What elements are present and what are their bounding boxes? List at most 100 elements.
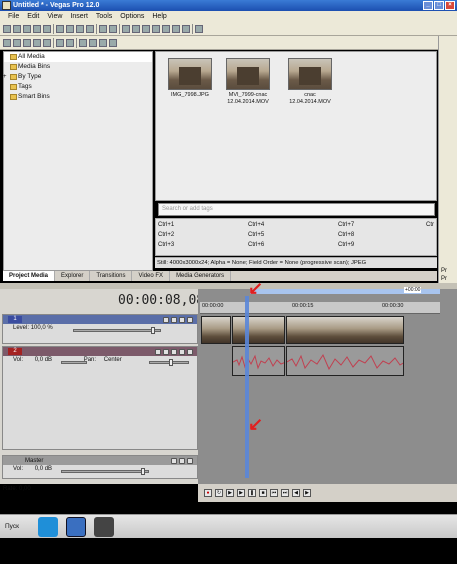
help-icon[interactable] (195, 25, 203, 33)
views-icon[interactable] (56, 38, 64, 47)
start-button[interactable]: Пуск (2, 519, 32, 535)
master-bus-header[interactable]: Master Vol: 0,0 dB (2, 455, 198, 479)
vegas-pro-icon[interactable] (66, 517, 86, 537)
remove-media-icon[interactable] (33, 38, 41, 47)
media-thumbnail[interactable] (168, 58, 212, 90)
undo-icon[interactable] (99, 25, 107, 33)
go-to-end-button[interactable]: ⏭ (281, 489, 289, 497)
media-thumbnail[interactable] (288, 58, 332, 90)
menu-insert[interactable]: Insert (66, 11, 92, 23)
track-motion-icon[interactable] (163, 316, 169, 323)
media-fx-icon[interactable] (43, 38, 51, 47)
playhead-cursor[interactable] (245, 296, 249, 478)
time-ruler[interactable]: 00:00:00 00:00:15 00:00:30 (200, 302, 440, 314)
close-button[interactable]: × (445, 1, 455, 10)
record-arm-icon[interactable] (155, 348, 161, 355)
get-media-icon[interactable] (23, 38, 31, 47)
audio-event-clip[interactable] (286, 346, 404, 376)
stop-button[interactable]: ■ (259, 489, 267, 497)
folder-icon (10, 84, 17, 90)
go-to-start-button[interactable]: ⏮ (270, 489, 278, 497)
tab-project-media[interactable]: Project Media (3, 271, 56, 281)
maximize-button[interactable]: □ (434, 1, 444, 10)
prev-frame-button[interactable]: ◀ (292, 489, 300, 497)
media-item-date: 12.04.2014.MOV (289, 99, 331, 105)
video-event-clip[interactable] (201, 316, 231, 344)
copy-icon[interactable] (66, 25, 74, 33)
lock-envelopes-icon[interactable] (172, 25, 180, 33)
master-volume-knob[interactable] (141, 468, 145, 475)
render-icon[interactable] (43, 25, 51, 33)
tree-item-by-type[interactable]: + By Type (3, 72, 152, 82)
auto-play-icon[interactable] (99, 38, 107, 47)
master-fx-icon[interactable] (171, 457, 177, 464)
properties-icon[interactable] (33, 25, 41, 33)
paste-icon[interactable] (76, 25, 84, 33)
play-from-start-button[interactable]: ▶ (226, 489, 234, 497)
ignore-grouping-icon[interactable] (182, 25, 190, 33)
tab-video-fx[interactable]: Video FX (132, 271, 171, 281)
expand-icon[interactable]: + (3, 72, 7, 82)
envelope-tool-icon[interactable] (132, 25, 140, 33)
media-thumbnail[interactable] (226, 58, 270, 90)
minimize-button[interactable]: _ (423, 1, 433, 10)
snapping-icon[interactable] (152, 25, 160, 33)
play-preview-icon[interactable] (79, 38, 87, 47)
menu-file[interactable]: File (4, 11, 23, 23)
video-track-header[interactable]: 1 Level: 100,0 % (2, 314, 198, 344)
view-mode-icon[interactable] (109, 38, 117, 47)
cut-icon[interactable] (56, 25, 64, 33)
normal-edit-tool-icon[interactable] (122, 25, 130, 33)
level-slider-knob[interactable] (151, 327, 155, 334)
delete-icon[interactable] (86, 25, 94, 33)
import-media-icon[interactable] (3, 38, 11, 47)
audio-event-clip[interactable] (232, 346, 285, 376)
volume-slider[interactable] (61, 361, 87, 364)
tree-item-tags[interactable]: Tags (4, 82, 152, 92)
audio-track-header[interactable]: 2 Vol: 0,0 dB Pan: Center (2, 346, 198, 450)
tree-item-smart-bins[interactable]: Smart Bins (4, 92, 152, 102)
invert-phase-icon[interactable] (163, 348, 169, 355)
menu-view[interactable]: View (43, 11, 66, 23)
tree-item-media-bins[interactable]: Media Bins (4, 62, 152, 72)
save-icon[interactable] (23, 25, 31, 33)
tab-transitions[interactable]: Transitions (90, 271, 133, 281)
redo-icon[interactable] (109, 25, 117, 33)
stop-preview-icon[interactable] (89, 38, 97, 47)
solo-icon[interactable] (187, 348, 193, 355)
skype-icon[interactable] (38, 517, 58, 537)
video-event-clip[interactable] (232, 316, 285, 344)
solo-icon[interactable] (187, 457, 193, 464)
mute-icon[interactable] (179, 348, 185, 355)
loop-playback-button[interactable]: ↻ (215, 489, 223, 497)
open-icon[interactable] (13, 25, 21, 33)
mute-icon[interactable] (179, 316, 185, 323)
selection-tool-icon[interactable] (142, 25, 150, 33)
menu-help[interactable]: Help (148, 11, 170, 23)
capture-icon[interactable] (13, 38, 21, 47)
mute-icon[interactable] (179, 457, 185, 464)
play-button[interactable]: ▶ (237, 489, 245, 497)
pan-slider-knob[interactable] (169, 359, 173, 366)
record-button[interactable]: ● (204, 489, 212, 497)
track-fx-icon[interactable] (171, 316, 177, 323)
shortcut-label: Ctrl+3 (158, 242, 175, 248)
app-icon[interactable] (94, 517, 114, 537)
level-slider[interactable] (73, 329, 161, 332)
new-icon[interactable] (3, 25, 11, 33)
menu-options[interactable]: Options (116, 11, 148, 23)
track-fx-icon[interactable] (171, 348, 177, 355)
next-frame-button[interactable]: ▶ (303, 489, 311, 497)
auto-ripple-icon[interactable] (162, 25, 170, 33)
solo-icon[interactable] (187, 316, 193, 323)
video-event-clip[interactable] (286, 316, 404, 344)
pause-button[interactable]: ❚ (248, 489, 256, 497)
tab-media-generators[interactable]: Media Generators (170, 271, 232, 281)
menu-edit[interactable]: Edit (23, 11, 43, 23)
menu-tools[interactable]: Tools (92, 11, 116, 23)
tree-item-all-media[interactable]: All Media (4, 52, 152, 62)
auto-preview-icon[interactable] (66, 38, 74, 47)
tab-explorer[interactable]: Explorer (55, 271, 91, 281)
tag-search-input[interactable]: Search or add tags (158, 203, 435, 216)
master-volume-slider[interactable] (61, 470, 149, 473)
